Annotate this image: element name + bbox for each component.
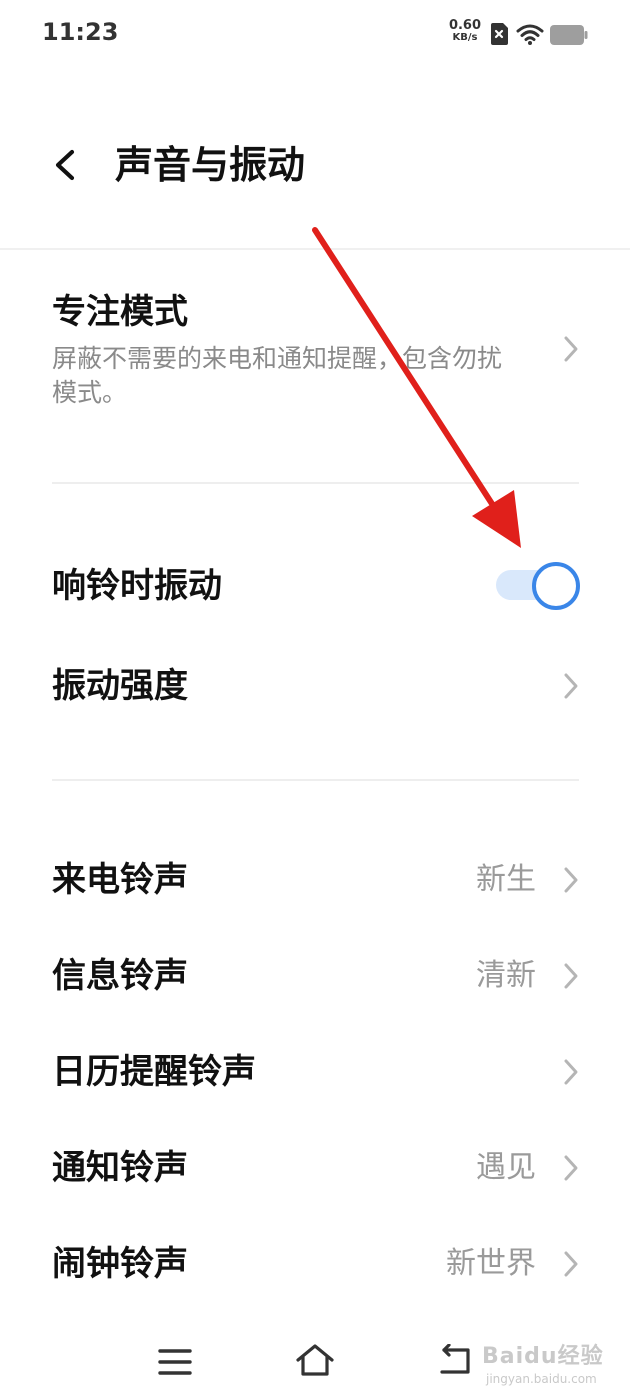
section-divider	[52, 779, 579, 781]
status-bar: 11:23 0.60 KB/s	[0, 0, 630, 70]
vibration-strength-title: 振动强度	[52, 666, 188, 706]
chevron-right-icon	[564, 673, 578, 699]
chevron-right-icon	[564, 867, 578, 893]
vibrate-on-ring-toggle[interactable]	[496, 561, 580, 610]
wifi-icon	[516, 24, 544, 45]
watermark: Baidu经验 jingyan.baidu.com	[482, 1338, 622, 1394]
ringtone-title: 日历提醒铃声	[52, 1052, 256, 1092]
network-speed-unit: KB/s	[452, 32, 478, 43]
chevron-right-icon	[564, 963, 578, 989]
ringtone-value: 遇见	[476, 1150, 536, 1185]
ringtone-title: 信息铃声	[52, 956, 188, 996]
menu-icon[interactable]	[158, 1348, 192, 1376]
toggle-knob	[532, 562, 580, 610]
ringtone-title: 通知铃声	[52, 1148, 188, 1188]
focus-mode-subtitle: 屏蔽不需要的来电和通知提醒，包含勿扰模式。	[52, 344, 503, 407]
battery-icon	[550, 25, 588, 45]
ringtone-title: 来电铃声	[52, 860, 188, 900]
watermark-sub: jingyan.baidu.com	[486, 1372, 597, 1386]
ringtone-row-alarm[interactable]: 闹钟铃声 新世界	[0, 1219, 630, 1309]
ringtone-row-notification[interactable]: 通知铃声 遇见	[0, 1123, 630, 1213]
vibrate-on-ring-title: 响铃时振动	[52, 566, 222, 606]
page-header: 声音与振动	[0, 110, 630, 220]
ringtone-row-incoming-call[interactable]: 来电铃声 新生	[0, 835, 630, 925]
home-icon[interactable]	[294, 1342, 336, 1378]
chevron-left-icon[interactable]	[40, 140, 90, 190]
ringtone-value: 新世界	[446, 1246, 536, 1281]
ringtone-title: 闹钟铃声	[52, 1244, 188, 1284]
watermark-main: Baidu经验	[482, 1344, 604, 1369]
vibration-strength-row[interactable]: 振动强度	[0, 640, 630, 730]
sim-x-icon	[491, 23, 508, 45]
chevron-right-icon	[564, 1155, 578, 1181]
chevron-right-icon	[564, 1059, 578, 1085]
ringtone-value: 清新	[476, 958, 536, 993]
focus-mode-row[interactable]: 专注模式 屏蔽不需要的来电和通知提醒，包含勿扰模式。	[0, 280, 630, 460]
network-speed: 0.60 KB/s	[446, 18, 484, 44]
network-speed-value: 0.60	[448, 18, 482, 33]
page-title: 声音与振动	[115, 143, 306, 187]
chevron-right-icon	[564, 336, 578, 362]
ringtone-value: 新生	[476, 862, 536, 897]
chevron-right-icon	[564, 1251, 578, 1277]
header-divider	[0, 248, 630, 250]
section-divider	[52, 482, 579, 484]
ringtone-row-message[interactable]: 信息铃声 清新	[0, 931, 630, 1021]
ringtone-row-calendar[interactable]: 日历提醒铃声	[0, 1027, 630, 1117]
back-icon[interactable]	[436, 1344, 476, 1378]
status-time: 11:23	[42, 18, 119, 46]
focus-mode-title: 专注模式	[52, 292, 188, 332]
